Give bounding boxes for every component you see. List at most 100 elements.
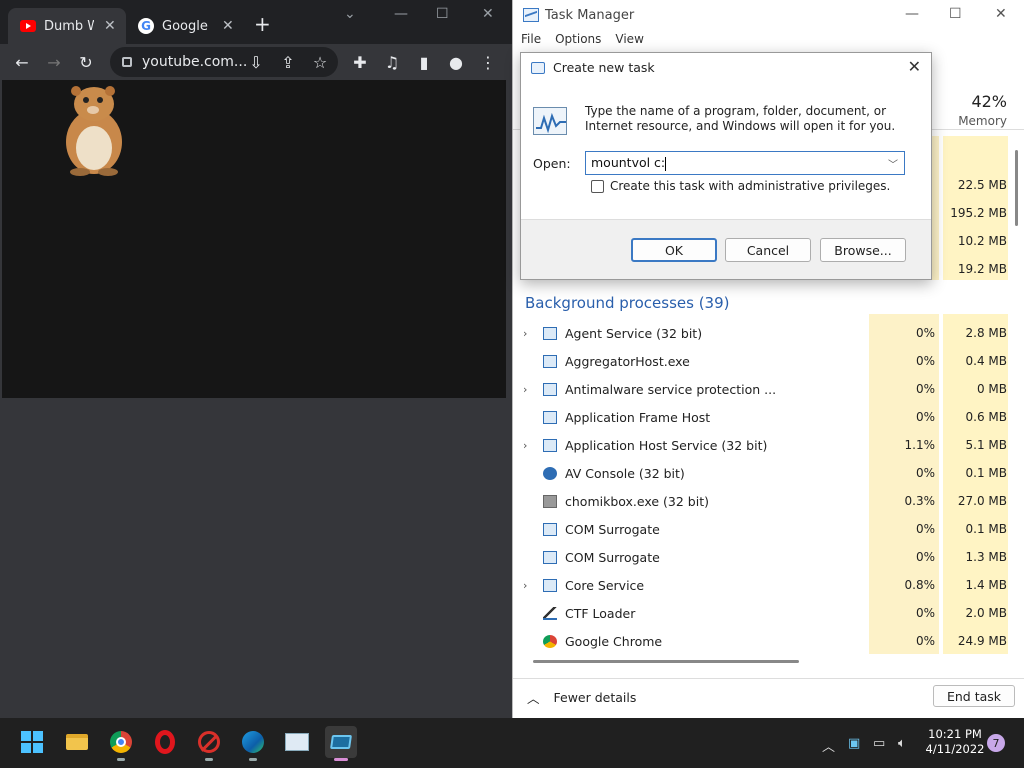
blocked-app-icon: [198, 731, 220, 753]
blocked-app-taskbar-button[interactable]: [193, 726, 225, 761]
maximize-icon[interactable]: ☐: [949, 6, 962, 22]
process-name: CTF Loader: [565, 606, 636, 621]
ok-button[interactable]: OK: [631, 238, 717, 262]
media-control-icon[interactable]: ♫: [380, 50, 404, 74]
window-icon: [543, 523, 557, 536]
notification-badge[interactable]: 7: [987, 734, 1005, 752]
maximize-icon[interactable]: ☐: [436, 6, 449, 22]
memory-percent: 42%: [971, 92, 1007, 111]
chevron-up-icon[interactable]: ︿: [822, 736, 835, 755]
horizontal-scrollbar[interactable]: [533, 660, 799, 663]
menu-view[interactable]: View: [615, 32, 643, 50]
close-icon[interactable]: ✕: [995, 6, 1007, 22]
chevron-up-icon: ︿: [527, 691, 540, 706]
process-row[interactable]: › Application Host Service (32 bit) 1.1% 5.…: [513, 432, 1008, 460]
install-icon[interactable]: ⇩: [244, 50, 268, 74]
process-cpu: 0%: [915, 410, 935, 424]
cancel-button[interactable]: Cancel: [725, 238, 811, 262]
vertical-scrollbar[interactable]: [1015, 150, 1018, 226]
process-row[interactable]: AggregatorHost.exe 0% 0.4 MB: [513, 348, 1008, 376]
side-panel-icon[interactable]: ▮: [412, 50, 436, 74]
chrome-taskbar-button[interactable]: [105, 726, 137, 761]
forward-icon[interactable]: →: [42, 50, 66, 74]
process-memory: 1.3 MB: [965, 550, 1007, 564]
network-icon[interactable]: ▭: [873, 736, 885, 751]
opera-taskbar-button[interactable]: [149, 726, 181, 758]
open-label: Open:: [533, 156, 571, 171]
process-row[interactable]: › Core Service 0.8% 1.4 MB: [513, 572, 1008, 600]
tab-title: Dumb Ways: [44, 18, 94, 34]
close-tab-icon[interactable]: ✕: [222, 18, 234, 34]
menu-options[interactable]: Options: [555, 32, 601, 50]
minimize-icon[interactable]: —: [394, 6, 408, 22]
process-cpu: 0%: [915, 382, 935, 396]
bookmark-star-icon[interactable]: ☆: [308, 50, 332, 74]
google-icon: G: [138, 18, 154, 34]
task-manager-icon: [523, 8, 539, 22]
process-name: Antimalware service protection ...: [565, 382, 777, 397]
start-button[interactable]: [16, 726, 48, 758]
task-manager-taskbar-button[interactable]: [325, 726, 357, 761]
edge-taskbar-button[interactable]: [237, 726, 269, 761]
menu-icon[interactable]: ⋮: [476, 50, 500, 74]
background-processes-header: Background processes (39): [525, 294, 730, 312]
new-tab-button[interactable]: +: [254, 14, 271, 34]
volume-icon[interactable]: 🔈︎: [898, 736, 906, 751]
av-console-icon: [543, 467, 557, 480]
process-memory: 0 MB: [976, 382, 1007, 396]
minimize-icon[interactable]: —: [905, 6, 919, 22]
process-row[interactable]: COM Surrogate 0% 1.3 MB: [513, 544, 1008, 572]
process-name: AV Console (32 bit): [565, 466, 685, 481]
resource-monitor-taskbar-button[interactable]: [281, 726, 313, 758]
open-combobox[interactable]: mountvol c: ﹀: [585, 151, 905, 175]
chevron-down-icon[interactable]: ﹀: [882, 156, 904, 171]
process-name: chomikbox.exe (32 bit): [565, 494, 709, 509]
clock[interactable]: 10:21 PM 4/11/2022: [920, 727, 990, 757]
process-memory: 0.6 MB: [965, 410, 1007, 424]
create-new-task-dialog: Create new task ✕ Type the name of a pro…: [520, 52, 932, 280]
task-manager-tray-icon[interactable]: ▣: [848, 736, 860, 751]
profile-icon[interactable]: ●: [444, 50, 468, 74]
process-row[interactable]: AV Console (32 bit) 0% 0.1 MB: [513, 460, 1008, 488]
end-task-button[interactable]: End task: [933, 685, 1015, 707]
back-icon[interactable]: ←: [10, 50, 34, 74]
section-separator: [869, 280, 1008, 314]
reload-icon[interactable]: ↻: [74, 50, 98, 74]
share-icon[interactable]: ⇪: [276, 50, 300, 74]
admin-checkbox[interactable]: [591, 179, 604, 193]
process-row[interactable]: CTF Loader 0% 2.0 MB: [513, 600, 1008, 628]
close-icon[interactable]: ✕: [908, 57, 921, 76]
close-tab-icon[interactable]: ✕: [104, 18, 116, 34]
tm-title: Task Manager: [545, 7, 635, 23]
run-icon: [531, 61, 545, 74]
admin-privileges-option[interactable]: Create this task with administrative pri…: [591, 179, 890, 193]
close-icon[interactable]: ✕: [482, 6, 494, 22]
youtube-icon: [20, 20, 36, 32]
chomikbox-icon: [543, 495, 557, 508]
chevron-right-icon[interactable]: ›: [523, 579, 527, 592]
chevron-right-icon[interactable]: ›: [523, 439, 527, 452]
fewer-details-button[interactable]: ︿ Fewer details: [527, 688, 636, 707]
open-input-value[interactable]: mountvol c:: [591, 155, 665, 170]
process-row[interactable]: › Agent Service (32 bit) 0% 2.8 MB: [513, 320, 1008, 348]
browse-button[interactable]: Browse...: [820, 238, 906, 262]
file-explorer-button[interactable]: [61, 726, 93, 758]
video-player[interactable]: [2, 80, 506, 398]
extensions-icon[interactable]: ✚: [348, 50, 372, 74]
date: 4/11/2022: [925, 742, 985, 756]
process-row[interactable]: COM Surrogate 0% 0.1 MB: [513, 516, 1008, 544]
process-row[interactable]: › Antimalware service protection ... 0% 0 M…: [513, 376, 1008, 404]
tab-youtube[interactable]: Dumb Ways ✕: [8, 8, 126, 44]
process-row[interactable]: Google Chrome 0% 24.9 MB: [513, 628, 1008, 656]
mem-value: 22.5 MB: [957, 178, 1007, 192]
tab-google[interactable]: G Google Chrome ✕: [126, 8, 244, 44]
address-bar[interactable]: youtube.com...: [110, 47, 338, 77]
chevron-right-icon[interactable]: ›: [523, 383, 527, 396]
process-row[interactable]: Application Frame Host 0% 0.6 MB: [513, 404, 1008, 432]
tab-title: Google Chrome: [162, 18, 212, 34]
process-row[interactable]: chomikbox.exe (32 bit) 0.3% 27.0 MB: [513, 488, 1008, 516]
chevron-down-icon[interactable]: ⌄: [344, 6, 356, 22]
menu-file[interactable]: File: [521, 32, 541, 50]
memory-column-header[interactable]: Memory: [958, 114, 1007, 128]
chevron-right-icon[interactable]: ›: [523, 327, 527, 340]
